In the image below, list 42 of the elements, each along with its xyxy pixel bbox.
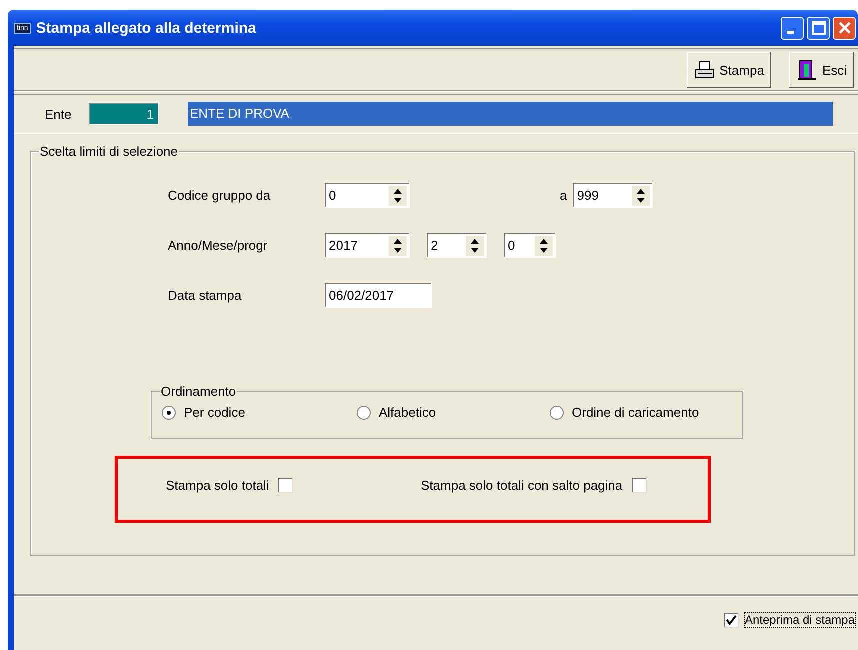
- checkbox[interactable]: [724, 612, 739, 628]
- group-title: Scelta limiti di selezione: [39, 144, 180, 159]
- window-title: Stampa allegato alla determina: [36, 20, 258, 36]
- checkbox-option[interactable]: Stampa solo totali con salto pagina: [421, 478, 647, 493]
- spinner-arrows-icon[interactable]: [466, 236, 484, 256]
- printer-icon: [694, 60, 716, 80]
- field-label: Codice gruppo da: [168, 188, 272, 203]
- radio-button[interactable]: [550, 406, 564, 420]
- exit-button[interactable]: Esci: [789, 52, 854, 88]
- radio-option[interactable]: Ordine di caricamento: [550, 405, 700, 420]
- radio-option[interactable]: Alfabetico: [357, 405, 550, 420]
- group-title: Ordinamento: [160, 384, 238, 399]
- maximize-icon: [812, 21, 826, 35]
- minimize-button[interactable]: [781, 16, 804, 40]
- minimize-icon: [787, 30, 794, 34]
- door-icon: [796, 59, 818, 81]
- field-label: Anno/Mese/progr: [168, 238, 269, 253]
- radio-option[interactable]: Per codice: [162, 405, 357, 420]
- close-button[interactable]: [833, 16, 856, 40]
- spinner-arrows-icon[interactable]: [535, 236, 553, 256]
- spin-field[interactable]: 2: [427, 233, 487, 258]
- spinner-arrows-icon[interactable]: [389, 236, 407, 256]
- date-field[interactable]: 06/02/2017: [325, 283, 432, 308]
- radio-button[interactable]: [357, 406, 371, 420]
- maximize-button[interactable]: [807, 16, 830, 40]
- spin-field[interactable]: 999: [573, 183, 654, 208]
- field-label: Data stampa: [168, 288, 243, 303]
- spin-field[interactable]: 0: [325, 183, 410, 208]
- spinner-arrows-icon[interactable]: [632, 186, 650, 206]
- spin-field[interactable]: 2017: [325, 233, 410, 258]
- spin-field[interactable]: 0: [504, 233, 556, 258]
- field-label: a: [560, 188, 568, 203]
- checkbox[interactable]: [632, 478, 647, 493]
- radio-button[interactable]: [162, 406, 176, 420]
- print-button[interactable]: Stampa: [686, 52, 772, 88]
- ente-name-field: ENTE DI PROVA: [188, 102, 833, 126]
- close-icon: [838, 21, 852, 35]
- ente-code-field: 1: [89, 103, 159, 125]
- spinner-arrows-icon[interactable]: [389, 186, 407, 206]
- checkbox[interactable]: [278, 478, 294, 493]
- checkbox-option[interactable]: Stampa solo totali: [166, 478, 421, 493]
- ente-label: Ente: [45, 106, 73, 122]
